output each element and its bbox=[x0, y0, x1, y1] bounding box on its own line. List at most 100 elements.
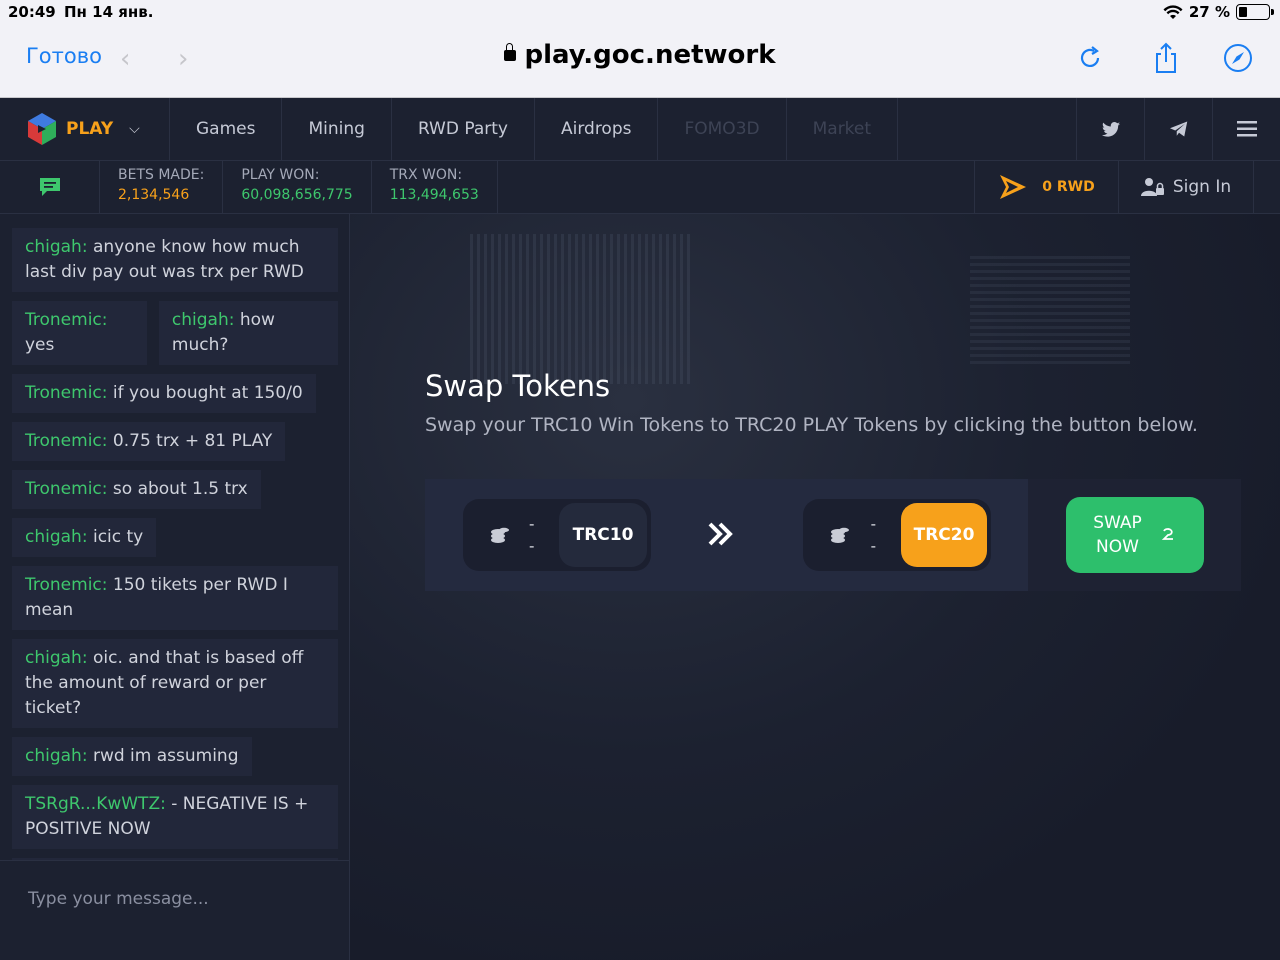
stat-label: TRX WON: bbox=[389, 167, 463, 183]
swap-tokens-area: -- TRC10 -- TRC20 bbox=[425, 479, 1028, 591]
chat-message: Tronemic: 150 tikets per RWD I mean bbox=[12, 566, 338, 630]
swap-label-line2: NOW bbox=[1096, 537, 1139, 557]
chat-message-input[interactable]: Type your message... bbox=[0, 860, 349, 960]
stats-spacer bbox=[498, 161, 974, 213]
status-date: Пн 14 янв. bbox=[64, 3, 154, 21]
swap-label-line1: SWAP bbox=[1093, 513, 1142, 533]
swap-panel: -- TRC10 -- TRC20 SWAP NOW bbox=[425, 479, 1241, 591]
chat-message: Tronemic: so about 1.5 trx bbox=[12, 470, 261, 509]
wifi-icon bbox=[1163, 4, 1183, 19]
browser-toolbar: Готово ‹ › play.goc.network bbox=[0, 24, 1280, 98]
chat-message: chigah: icic ty bbox=[12, 518, 157, 557]
stat-bets-made: BETS MADE: 2,134,546 bbox=[100, 161, 224, 213]
chat-message: Tronemic: 0.75 trx + 81 PLAY bbox=[12, 422, 286, 461]
telegram-button[interactable] bbox=[1144, 98, 1212, 160]
brand-name: PLAY bbox=[66, 119, 114, 139]
chat-row: Tronemic: 150 tikets per RWD I mean bbox=[12, 566, 338, 630]
chat-username[interactable]: Tronemic: bbox=[25, 431, 108, 451]
sign-in-button[interactable]: Sign In bbox=[1118, 161, 1254, 213]
chat-messages[interactable]: chigah: anyone know how much last div pa… bbox=[12, 228, 338, 860]
chat-message: Tronemic: yes bbox=[12, 301, 147, 365]
main-content: Swap Tokens Swap your TRC10 Win Tokens t… bbox=[350, 214, 1280, 960]
chat-toggle-button[interactable] bbox=[0, 161, 100, 213]
chat-row: chigah: anyone know how much last div pa… bbox=[12, 228, 338, 292]
chat-username[interactable]: chigah: bbox=[25, 746, 88, 766]
reload-icon[interactable] bbox=[1074, 42, 1106, 74]
double-chevron-right-icon bbox=[708, 522, 733, 546]
to-amount-top: - bbox=[870, 515, 877, 533]
to-amounts: -- bbox=[862, 513, 885, 557]
chat-username[interactable]: Tronemic: bbox=[25, 479, 108, 499]
site-nav: PLAY ⌵ Games Mining RWD Party Airdrops F… bbox=[0, 98, 1280, 161]
stat-play-won: PLAY WON: 60,098,656,775 bbox=[223, 161, 372, 213]
chat-text: icic ty bbox=[92, 527, 144, 547]
telegram-icon bbox=[1169, 121, 1187, 137]
page-subtitle: Swap your TRC10 Win Tokens to TRC20 PLAY… bbox=[425, 414, 1198, 436]
chat-row: Tronemic: if you bought at 150/0 bbox=[12, 374, 338, 413]
chat-row: TSRgR...KwWTZ: - NEGATIVE IS + POSITIVE … bbox=[12, 785, 338, 849]
chat-username[interactable]: chigah: bbox=[172, 310, 235, 330]
share-icon[interactable] bbox=[1150, 42, 1182, 74]
from-token-badge: TRC10 bbox=[559, 503, 647, 567]
to-token-field[interactable]: -- TRC20 bbox=[803, 499, 991, 571]
stat-label: BETS MADE: bbox=[118, 167, 205, 183]
chat-username[interactable]: chigah: bbox=[25, 237, 88, 257]
status-right: 27 % bbox=[1163, 3, 1274, 21]
nav-games[interactable]: Games bbox=[170, 98, 283, 160]
swap-button-label: SWAP NOW bbox=[1093, 511, 1142, 559]
from-token-field[interactable]: -- TRC10 bbox=[463, 499, 651, 571]
ios-status-bar: 20:49 Пн 14 янв. 27 % bbox=[0, 0, 1280, 24]
chat-username[interactable]: chigah: bbox=[25, 527, 88, 547]
chat-message: chigah: how much? bbox=[158, 301, 338, 365]
from-amount-bottom: - bbox=[528, 537, 535, 555]
nav-airdrops[interactable]: Airdrops bbox=[535, 98, 659, 160]
nav-mining[interactable]: Mining bbox=[282, 98, 392, 160]
chat-username[interactable]: Tronemic: bbox=[25, 310, 108, 330]
rwd-balance[interactable]: 0 RWD bbox=[974, 161, 1118, 213]
rwd-balance-value: 0 RWD bbox=[1042, 179, 1095, 195]
user-lock-icon bbox=[1140, 178, 1164, 196]
chat-text: if you bought at 150/0 bbox=[112, 383, 303, 403]
menu-button[interactable] bbox=[1212, 98, 1280, 160]
menu-icon bbox=[1236, 121, 1257, 137]
stat-trx-won: TRX WON: 113,494,653 bbox=[372, 161, 498, 213]
stat-label: PLAY WON: bbox=[241, 167, 320, 183]
to-amount-bottom: - bbox=[870, 537, 877, 555]
page-title: Swap Tokens bbox=[425, 369, 611, 403]
from-amounts: -- bbox=[520, 513, 543, 557]
lock-icon bbox=[504, 43, 517, 61]
chat-username[interactable]: TSRgR...KwWTZ: bbox=[25, 794, 166, 814]
swap-action-area: SWAP NOW bbox=[1028, 479, 1241, 591]
battery-percent: 27 % bbox=[1188, 3, 1230, 21]
chat-message: chigah: anyone know how much last div pa… bbox=[12, 228, 338, 292]
status-time: 20:49 bbox=[8, 3, 56, 21]
chat-username[interactable]: Tronemic: bbox=[25, 575, 108, 595]
compass-icon[interactable] bbox=[1222, 42, 1254, 74]
chat-message: chigah: rwd im assuming bbox=[12, 737, 252, 776]
chat-message: Tronemic: if you bought at 150/0 bbox=[12, 374, 316, 413]
stats-bar: BETS MADE: 2,134,546 PLAY WON: 60,098,65… bbox=[0, 161, 1280, 214]
chat-text: 0.75 trx + 81 PLAY bbox=[112, 431, 273, 451]
swap-now-button[interactable]: SWAP NOW bbox=[1065, 497, 1204, 573]
chat-row: Tronemic: 0.75 trx + 81 PLAY bbox=[12, 422, 338, 461]
chat-row: chigah: rwd im assuming bbox=[12, 737, 338, 776]
to-token-badge: TRC20 bbox=[901, 503, 987, 567]
twitter-button[interactable] bbox=[1076, 98, 1144, 160]
chat-username[interactable]: chigah: bbox=[25, 648, 88, 668]
stat-value: 60,098,656,775 bbox=[241, 187, 353, 203]
brand-menu[interactable]: PLAY ⌵ bbox=[0, 98, 170, 160]
chat-message: TSRgR...KwWTZ: - NEGATIVE IS + POSITIVE … bbox=[12, 785, 338, 849]
stat-value: 2,134,546 bbox=[118, 187, 190, 203]
chevron-down-icon: ⌵ bbox=[129, 121, 140, 137]
sign-in-label: Sign In bbox=[1172, 177, 1232, 197]
chat-row: Tronemic: yes chigah: how much? bbox=[12, 301, 338, 365]
url-text: play.goc.network bbox=[524, 40, 776, 70]
stat-value: 113,494,653 bbox=[389, 187, 479, 203]
coins-icon bbox=[819, 526, 862, 544]
nav-fomo3d: FOMO3D bbox=[658, 98, 787, 160]
chat-username[interactable]: Tronemic: bbox=[25, 383, 108, 403]
nav-rwd-party[interactable]: RWD Party bbox=[392, 98, 535, 160]
from-amount-top: - bbox=[528, 515, 535, 533]
chat-row: Tronemic: so about 1.5 trx bbox=[12, 470, 338, 509]
